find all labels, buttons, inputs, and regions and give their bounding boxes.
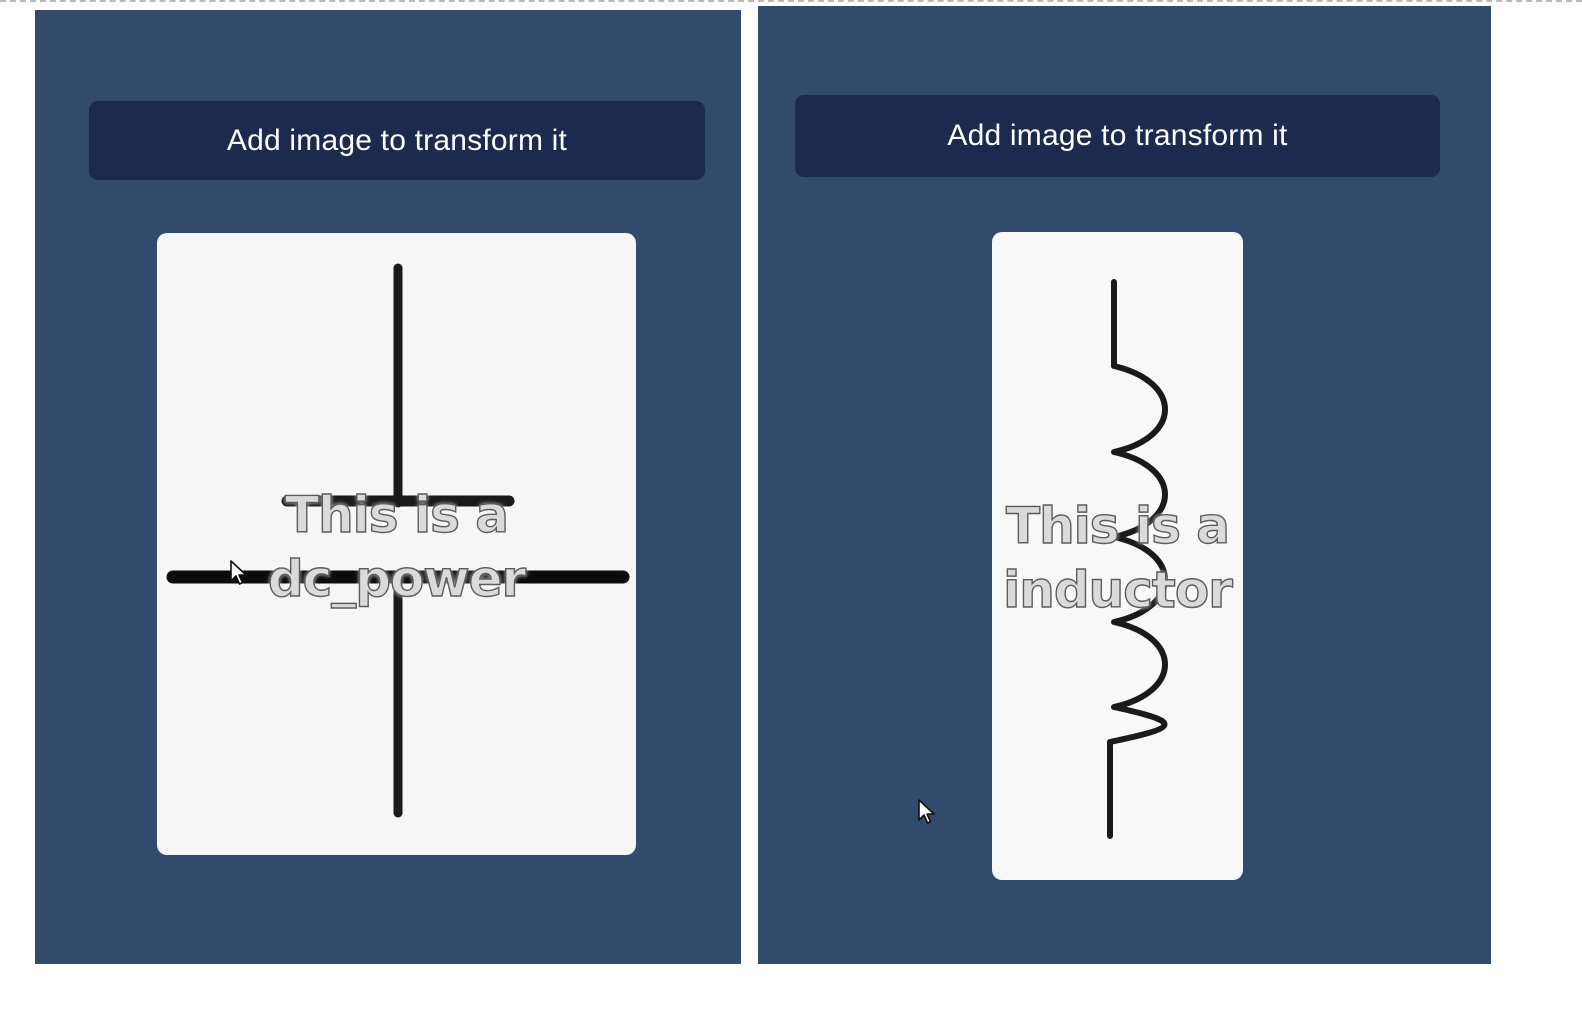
panel-inductor: Add image to transform it This is a indu… xyxy=(758,6,1491,964)
transformed-image-card: This is a inductor xyxy=(992,232,1243,880)
mouse-cursor-icon xyxy=(918,799,935,824)
transformed-image-card: This is a dc_power xyxy=(157,233,636,855)
add-image-button[interactable]: Add image to transform it xyxy=(89,101,705,180)
caption-line-1: This is a xyxy=(1005,496,1230,555)
dashed-top-border xyxy=(0,0,1582,2)
mouse-cursor-icon xyxy=(230,560,247,585)
prediction-caption: This is a dc_power xyxy=(157,483,636,611)
caption-line-2: inductor xyxy=(1002,560,1233,619)
panel-dc-power: Add image to transform it This is a dc_p… xyxy=(35,10,741,964)
caption-line-1: This is a xyxy=(284,485,509,544)
prediction-caption: This is a inductor xyxy=(992,494,1243,622)
add-image-button[interactable]: Add image to transform it xyxy=(795,95,1440,177)
